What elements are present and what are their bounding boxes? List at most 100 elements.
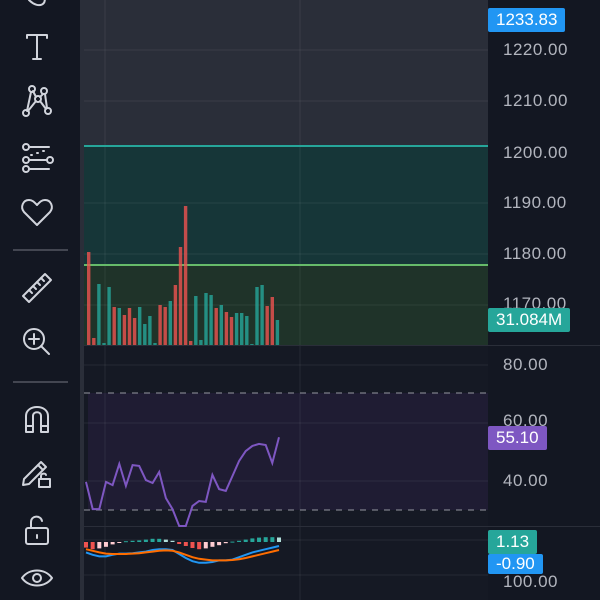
volume-bar [240, 313, 244, 345]
macd-histogram-bar [97, 542, 102, 549]
macd-histogram-bar [210, 542, 215, 547]
macd-histogram-bar [130, 540, 135, 542]
volume-bar [132, 318, 137, 345]
zoom-in-icon[interactable] [17, 322, 57, 362]
last-price-badge: 1233.83 [488, 8, 566, 32]
volume-bar [183, 206, 188, 345]
macd-histogram-bar [257, 537, 262, 542]
chart-area[interactable] [84, 0, 488, 600]
macd-histogram-bar [150, 538, 155, 542]
volume-bar [173, 285, 178, 345]
eye-icon[interactable] [17, 558, 57, 598]
volume-bar [92, 338, 96, 345]
price-tick: 1200.00 [503, 143, 568, 162]
volume-bar [219, 305, 223, 345]
text-tool-icon[interactable] [17, 26, 57, 66]
volume-bar [178, 247, 183, 345]
price-tick: 1180.00 [503, 244, 567, 263]
volume-bar [265, 306, 269, 345]
volume-bar [87, 252, 91, 345]
volume-bar [168, 301, 172, 345]
volume-bar [158, 305, 162, 345]
price-tick: 1210.00 [503, 91, 568, 110]
volume-bar [148, 316, 152, 345]
ruler-icon[interactable] [17, 268, 57, 308]
volume-bar [189, 341, 193, 345]
volume-bar [143, 324, 147, 345]
volume-bar [153, 343, 157, 345]
macd-histogram-bar [103, 542, 108, 547]
macd-histogram-bar [203, 542, 208, 549]
heart-icon[interactable] [17, 192, 57, 232]
macd-histogram-bar [250, 538, 255, 542]
volume-bar [204, 293, 208, 345]
macd-histogram-bar [170, 540, 175, 542]
macd-histogram-bar [157, 538, 162, 542]
macd-histogram-bar [243, 539, 248, 542]
upper-zone [84, 146, 488, 265]
volume-badge: 31.084M [488, 308, 571, 332]
volume-bar [163, 307, 167, 345]
macd-histogram-bar [110, 542, 115, 545]
macd-histogram-bar [217, 542, 222, 546]
macd-histogram-bar [223, 542, 228, 544]
volume-bar [194, 296, 198, 345]
volume-bar [107, 287, 111, 345]
axis-separator [488, 345, 600, 346]
macd-histogram-bar [197, 542, 202, 550]
volume-bar [138, 307, 142, 345]
volume-bar [127, 308, 132, 345]
volume-bar [199, 340, 203, 345]
unlock-icon[interactable] [17, 510, 57, 550]
chart-background [84, 0, 488, 146]
volume-bar [209, 295, 213, 345]
volume-bar [275, 320, 280, 345]
macd-histogram-bar [183, 542, 188, 546]
macd-histogram-bar [270, 537, 275, 542]
macd-histogram-bar [230, 541, 235, 543]
volume-bar [224, 312, 229, 345]
macd-histogram-bar [163, 539, 168, 542]
macd-histogram-bar [190, 542, 195, 548]
macd-histogram-bar [143, 539, 148, 542]
toolbar-divider [13, 381, 68, 383]
volume-bar [260, 285, 264, 345]
fib-retracement-icon[interactable] [17, 138, 57, 178]
price-axis[interactable]: 1233.83 1220.00 1210.00 1200.00 1190.00 … [488, 0, 600, 600]
axis-separator [488, 526, 600, 527]
macd-histogram-bar [123, 541, 128, 543]
volume-bar [250, 344, 254, 345]
volume-bar [255, 287, 259, 345]
rsi-band [88, 393, 488, 510]
macd-histogram-bar [177, 542, 182, 544]
macd-signal-badge: -0.90 [488, 554, 543, 574]
macd-histogram-bar [90, 542, 95, 550]
volume-bar [229, 317, 234, 345]
volume-bar [112, 307, 116, 345]
volume-bar [245, 316, 249, 345]
macd-histogram-bar [263, 537, 268, 542]
pattern-tool-icon[interactable] [17, 80, 57, 120]
volume-bar [117, 308, 121, 345]
rsi-tick: 80.00 [503, 355, 549, 374]
rsi-tick: 40.00 [503, 471, 549, 490]
macd-histogram-bar [237, 540, 242, 542]
price-tick: 1220.00 [503, 40, 568, 59]
volume-bar [122, 315, 127, 345]
volume-bar [97, 284, 101, 345]
toolbar-divider [13, 249, 68, 251]
volume-bar [102, 343, 106, 345]
brush-icon[interactable] [17, 0, 57, 18]
rsi-value-badge: 55.10 [488, 426, 547, 450]
next-pane-tick: 100.00 [503, 572, 558, 591]
drawing-toolbar [0, 0, 70, 600]
price-tick: 1190.00 [503, 193, 567, 212]
volume-bar [214, 308, 218, 345]
macd-histogram-bar [137, 540, 142, 542]
macd-histogram-bar [277, 537, 281, 542]
magnet-icon[interactable] [17, 398, 57, 438]
macd-histogram-bar [84, 542, 88, 548]
macd-histogram-badge: 1.13 [488, 530, 538, 554]
volume-bar [270, 297, 274, 345]
lock-drawings-icon[interactable] [17, 452, 57, 492]
